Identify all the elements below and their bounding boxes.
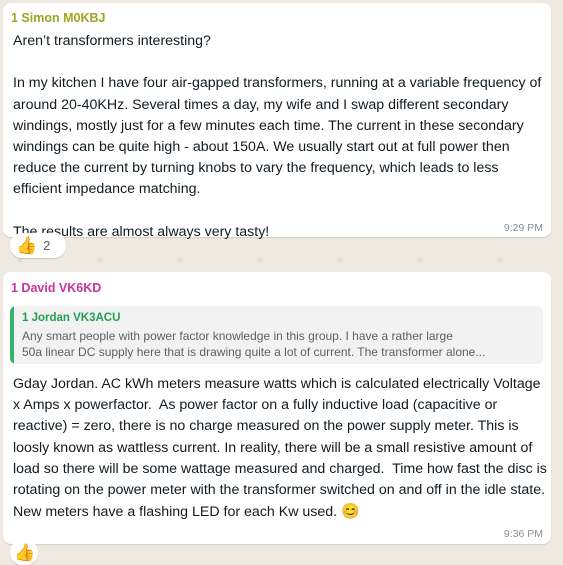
quoted-text-line: 50a linear DC supply here that is drawin… [22, 345, 486, 359]
message-bubble[interactable]: 1 David VK6KD 1 Jordan VK3ACU Any smart … [3, 272, 551, 544]
smile-emoji-icon: 😊 [341, 503, 360, 521]
message-text-content: Gday Jordan. AC kWh meters measure watts… [13, 376, 551, 521]
quoted-sender-name: 1 Jordan VK3ACU [22, 312, 121, 324]
message-timestamp: 9:36 PM [503, 528, 543, 540]
message-text: Gday Jordan. AC kWh meters measure watts… [13, 374, 548, 523]
quoted-text: Any smart people with power factor knowl… [22, 328, 534, 360]
sender-name[interactable]: 1 Simon M0KBJ [11, 11, 105, 25]
thumbs-up-icon: 👍 [14, 543, 36, 562]
thumbs-up-icon: 👍 [16, 236, 38, 255]
reaction-count: 2 [43, 238, 51, 253]
sender-name[interactable]: 1 David VK6KD [11, 281, 101, 295]
reaction-badge[interactable]: 👍 [10, 540, 38, 565]
quoted-text-line: Any smart people with power factor knowl… [22, 329, 453, 343]
reaction-badge[interactable]: 👍 2 [10, 233, 66, 258]
quoted-message[interactable]: 1 Jordan VK3ACU Any smart people with po… [10, 306, 543, 364]
message-text: Aren’t transformers interesting? In my k… [13, 33, 542, 240]
quote-accent-bar [10, 306, 14, 364]
message-timestamp: 9:29 PM [503, 222, 543, 234]
message-bubble[interactable]: 1 Simon M0KBJ Aren’t transformers intere… [3, 3, 551, 240]
